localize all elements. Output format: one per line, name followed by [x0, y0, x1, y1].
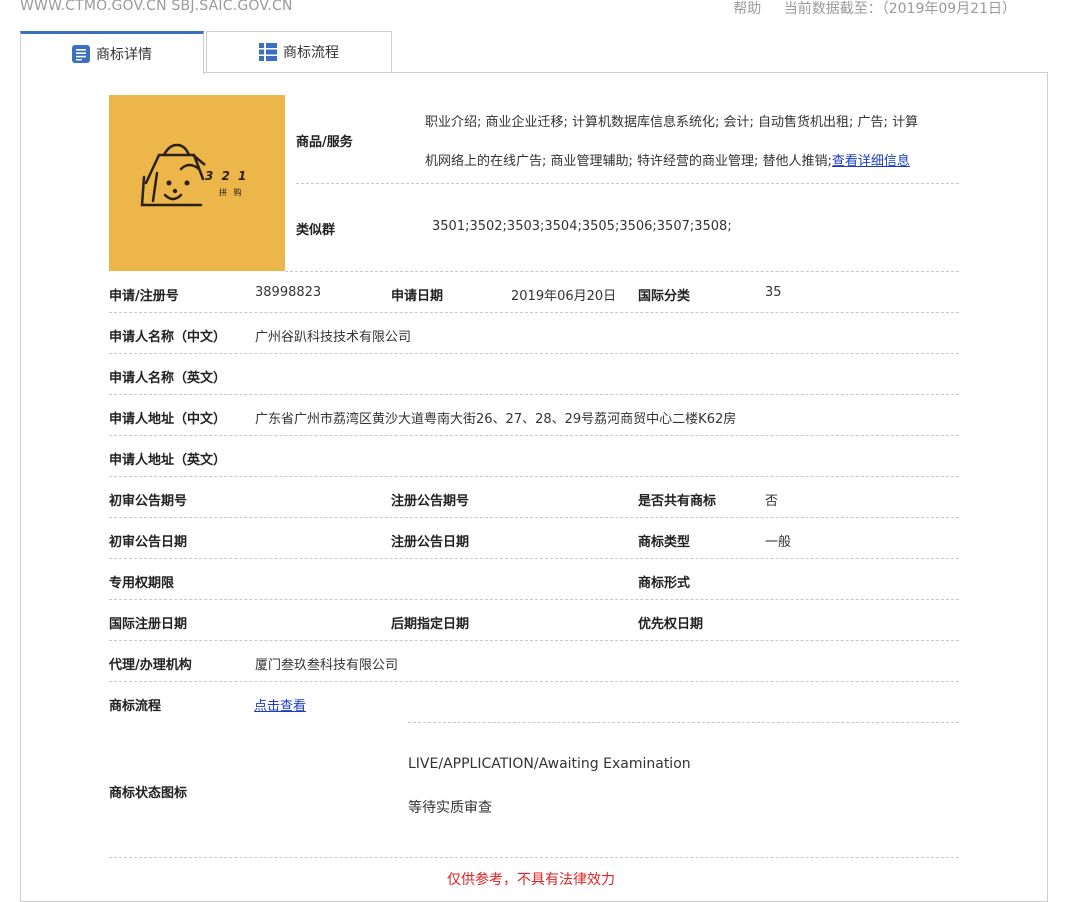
- goods-line-1: 职业介绍; 商业企业迁移; 计算机数据库信息系统化; 会计; 自动售货机出租; …: [425, 115, 919, 130]
- address-en-label: 申请人地址（英文）: [109, 453, 227, 468]
- applicant-cn-value: 广州谷趴科技技术有限公司: [255, 330, 412, 345]
- tab-trademark-flow[interactable]: 商标流程: [206, 31, 392, 72]
- header-links: 帮助 当前数据截至：（2019年09月21日）: [715, 0, 1016, 18]
- divider: [109, 857, 959, 858]
- divider: [109, 312, 959, 313]
- status-label: 商标状态图标: [109, 786, 188, 801]
- divider: [408, 722, 959, 723]
- dog-bag-logo-icon: [140, 143, 206, 207]
- flow-label: 商标流程: [109, 699, 162, 714]
- divider: [109, 640, 959, 641]
- apply-date-label: 申请日期: [391, 289, 444, 304]
- priority-date-label: 优先权日期: [638, 617, 704, 632]
- divider: [296, 183, 959, 184]
- applicant-en-label: 申请人名称（英文）: [109, 371, 227, 386]
- reg-pub-date-label: 注册公告日期: [391, 535, 470, 550]
- reg-no-value: 38998823: [255, 285, 322, 300]
- shared-value: 否: [765, 494, 779, 509]
- goods-text: 机网络上的在线广告; 商业管理辅助; 特许经营的商业管理; 替他人推销;: [425, 154, 832, 169]
- help-link[interactable]: 帮助: [733, 1, 761, 17]
- intl-class-value: 35: [765, 285, 782, 300]
- divider: [109, 599, 959, 600]
- grid-list-icon: [259, 43, 277, 61]
- goods-line-2: 机网络上的在线广告; 商业管理辅助; 特许经营的商业管理; 替他人推销;查看详细…: [425, 150, 910, 169]
- data-date: 当前数据截至：（2019年09月21日）: [783, 1, 1016, 17]
- tm-type-value: 一般: [765, 535, 792, 550]
- apply-date-value: 2019年06月20日: [511, 289, 617, 304]
- divider: [109, 435, 959, 436]
- applicant-cn-label: 申请人名称（中文）: [109, 330, 227, 345]
- divider: [109, 353, 959, 354]
- divider: [285, 271, 959, 272]
- divider: [109, 558, 959, 559]
- intl-class-label: 国际分类: [638, 289, 691, 304]
- reg-no-label: 申请/注册号: [109, 289, 179, 304]
- view-details-link[interactable]: 查看详细信息: [832, 154, 910, 169]
- agent-value: 厦门叁玖叁科技有限公司: [255, 658, 399, 673]
- similar-group-label: 类似群: [296, 223, 336, 238]
- agent-label: 代理/办理机构: [109, 658, 192, 673]
- divider: [109, 681, 959, 682]
- divider: [109, 394, 959, 395]
- logo-numbers: 3 2 1: [205, 169, 249, 183]
- legal-notice: 仅供参考，不具有法律效力: [447, 872, 615, 888]
- status-en: LIVE/APPLICATION/Awaiting Examination: [408, 756, 691, 772]
- tm-form-label: 商标形式: [638, 576, 691, 591]
- document-list-icon: [72, 45, 90, 63]
- reg-pub-no-label: 注册公告期号: [391, 494, 470, 509]
- goods-label: 商品/服务: [296, 135, 353, 150]
- tab-label: 商标流程: [283, 45, 339, 61]
- site-urls: WWW.CTMO.GOV.CN SBJ.SAIC.GOV.CN: [20, 0, 293, 14]
- intl-reg-date-label: 国际注册日期: [109, 617, 188, 632]
- shared-label: 是否共有商标: [638, 494, 717, 509]
- prelim-date-label: 初审公告日期: [109, 535, 188, 550]
- later-date-label: 后期指定日期: [391, 617, 470, 632]
- exclusive-period-label: 专用权期限: [109, 576, 175, 591]
- view-flow-link[interactable]: 点击查看: [254, 695, 306, 714]
- address-cn-value: 广东省广州市荔湾区黄沙大道粤南大街26、27、28、29号荔河商贸中心二楼K62…: [255, 412, 737, 427]
- prelim-no-label: 初审公告期号: [109, 494, 188, 509]
- trademark-image: 3 2 1 拼 购: [109, 95, 285, 271]
- divider: [109, 476, 959, 477]
- tab-trademark-details[interactable]: 商标详情: [20, 31, 204, 74]
- logo-sub: 拼 购: [219, 188, 244, 197]
- divider: [109, 517, 959, 518]
- tm-type-label: 商标类型: [638, 535, 691, 550]
- similar-group-value: 3501;3502;3503;3504;3505;3506;3507;3508;: [432, 219, 732, 234]
- address-cn-label: 申请人地址（中文）: [109, 412, 227, 427]
- status-cn: 等待实质审查: [408, 800, 492, 816]
- tab-label: 商标详情: [96, 47, 152, 63]
